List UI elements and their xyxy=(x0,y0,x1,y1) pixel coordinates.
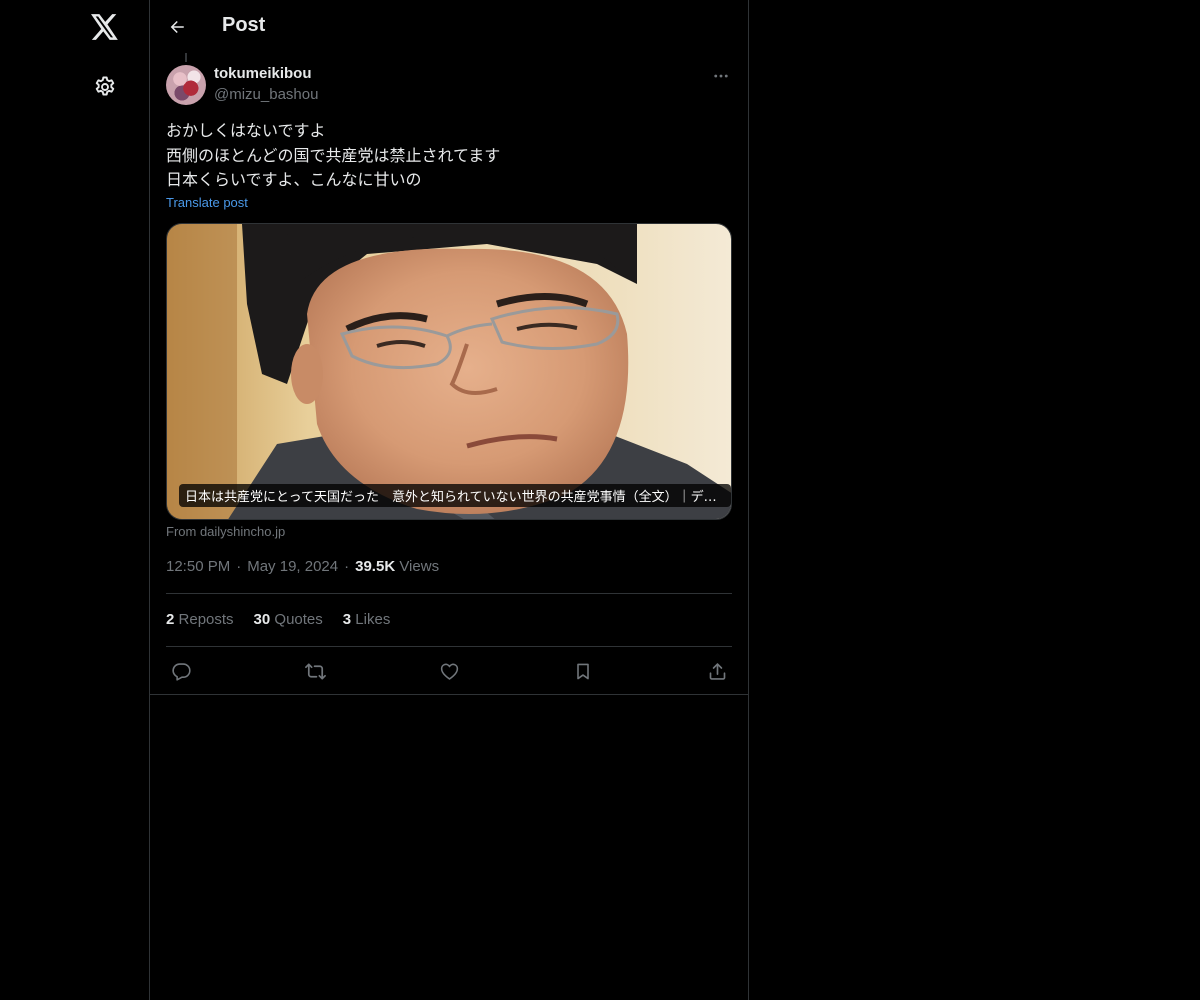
likes-label: Likes xyxy=(355,611,391,628)
card-thumbnail-image xyxy=(167,224,731,519)
meta-separator: · xyxy=(236,558,242,575)
share-icon xyxy=(709,662,725,680)
post-detail-column: Post tokumeikibou @mizu_bashou おかしくはないです… xyxy=(150,0,749,1000)
post-action-bar xyxy=(166,655,732,687)
app-root: Post tokumeikibou @mizu_bashou おかしくはないです… xyxy=(0,0,1200,1000)
post-bottom-border xyxy=(150,694,748,695)
more-horizontal-icon xyxy=(714,74,728,78)
post-text: おかしくはないですよ 西側のほとんどの国で共産党は禁止されてます 日本くらいです… xyxy=(166,119,732,193)
settings-button[interactable] xyxy=(81,63,129,111)
link-preview-card[interactable]: 日本は共産党にとって天国だった 意外と知られていない世界の共産党事情（全文）｜デ… xyxy=(166,223,732,520)
views-label: Views xyxy=(399,558,440,575)
quotes-stat-link[interactable]: 30 Quotes xyxy=(254,611,323,631)
post-date[interactable]: May 19, 2024 xyxy=(247,558,338,575)
gear-icon xyxy=(95,76,115,96)
like-button[interactable] xyxy=(433,655,465,687)
card-title: 日本は共産党にとって天国だった 意外と知られていない世界の共産党事情（全文）｜デ… xyxy=(179,484,731,507)
page-title: Post xyxy=(222,14,266,36)
arrow-left-icon xyxy=(170,21,184,33)
post-text-line: 日本くらいですよ、こんなに甘いの xyxy=(166,170,422,189)
post-text-line: おかしくはないですよ xyxy=(166,121,326,140)
views-count: 39.5K xyxy=(355,558,396,575)
post-author-row: tokumeikibou @mizu_bashou xyxy=(166,65,732,105)
repost-button[interactable] xyxy=(299,655,331,687)
reposts-count: 2 xyxy=(166,611,175,628)
back-button[interactable] xyxy=(160,10,194,44)
reposts-label: Reposts xyxy=(178,611,234,628)
x-logo-button[interactable] xyxy=(81,3,129,51)
reply-button[interactable] xyxy=(165,655,197,687)
more-options-button[interactable] xyxy=(710,65,732,87)
post-metadata: 12:50 PM · May 19, 2024 · 39.5K Views xyxy=(166,558,439,575)
reply-icon xyxy=(171,662,191,681)
thread-connector-line xyxy=(185,53,187,62)
page-header: Post xyxy=(150,0,748,53)
share-button[interactable] xyxy=(701,655,733,687)
post-time[interactable]: 12:50 PM xyxy=(166,558,230,575)
left-nav-rail xyxy=(0,0,150,1000)
divider xyxy=(166,646,732,647)
author-handle[interactable]: @mizu_bashou xyxy=(214,86,318,103)
bookmark-button[interactable] xyxy=(567,655,599,687)
meta-separator: · xyxy=(344,558,350,575)
repost-icon xyxy=(304,662,326,680)
avatar[interactable] xyxy=(166,65,206,105)
likes-stat-link[interactable]: 3 Likes xyxy=(343,611,391,631)
bookmark-icon xyxy=(577,663,589,679)
translate-post-link[interactable]: Translate post xyxy=(166,195,248,210)
x-logo-icon xyxy=(91,14,118,40)
author-display-name[interactable]: tokumeikibou xyxy=(214,65,312,82)
reposts-stat-link[interactable]: 2 Reposts xyxy=(166,611,234,631)
divider xyxy=(166,593,732,594)
quotes-label: Quotes xyxy=(274,611,323,628)
likes-count: 3 xyxy=(342,611,352,628)
card-source-domain[interactable]: From dailyshincho.jp xyxy=(166,524,285,539)
post-text-line: 西側のほとんどの国で共産党は禁止されてます xyxy=(166,145,501,165)
heart-icon xyxy=(440,663,458,680)
quotes-count: 30 xyxy=(253,611,271,628)
post-stats: 2 Reposts 30 Quotes 3 Likes xyxy=(166,611,390,631)
